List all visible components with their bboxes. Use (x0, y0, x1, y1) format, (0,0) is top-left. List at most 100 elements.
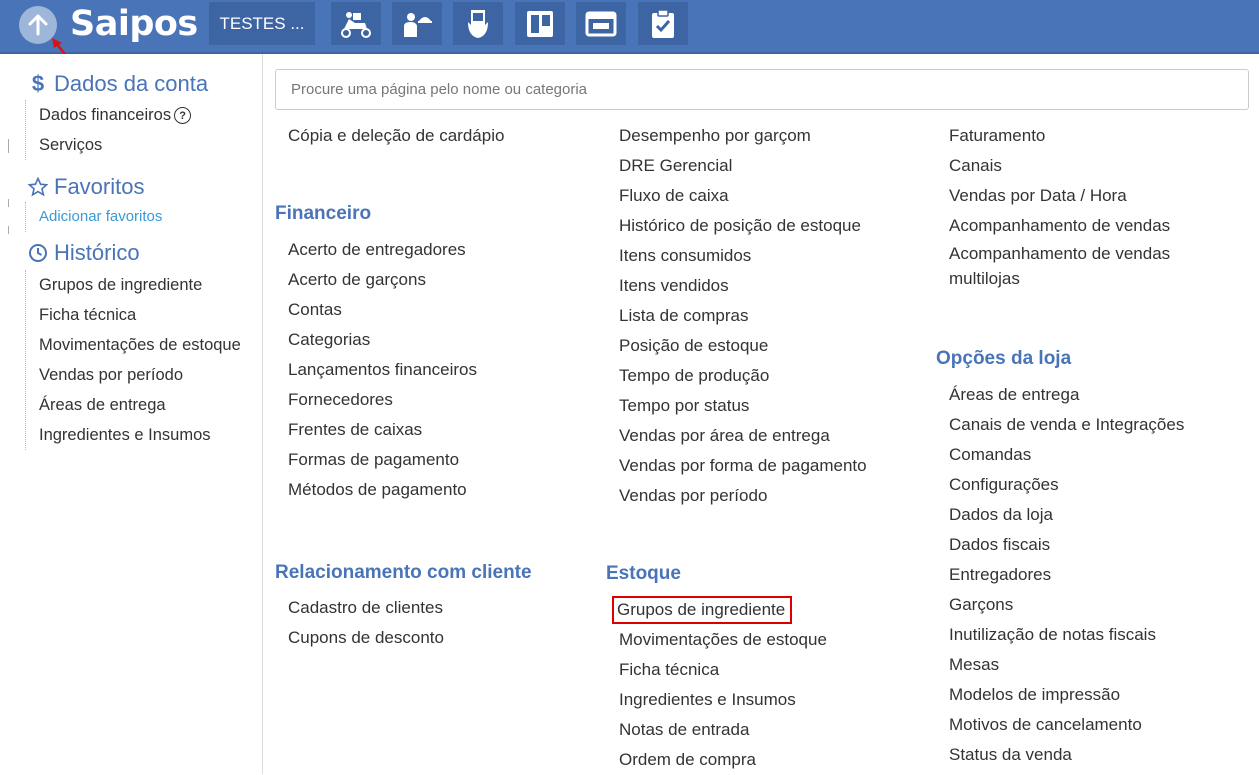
menu-item[interactable]: Mesas (936, 650, 1184, 680)
section-title-estoque: Estoque (606, 563, 681, 584)
menu-item[interactable]: Tempo de produção (606, 361, 867, 391)
menu-item[interactable]: Vendas por forma de pagamento (606, 451, 867, 481)
delivery-scooter-icon (341, 11, 371, 38)
menu-item[interactable]: Comandas (936, 440, 1184, 470)
history-item[interactable]: Movimentações de estoque (26, 330, 241, 360)
sidebar-item-servicos[interactable]: Serviços (26, 130, 191, 160)
arrow-up-icon (28, 14, 48, 36)
menu-item[interactable]: Ficha técnica (606, 655, 827, 685)
menu-item[interactable]: Dados da loja (936, 500, 1184, 530)
history-item[interactable]: Vendas por período (26, 360, 241, 390)
favorites-section-title: Favoritos (28, 174, 144, 200)
account-list: Dados financeiros? Serviços (25, 100, 192, 160)
menu-item[interactable]: Itens consumidos (606, 241, 867, 271)
help-icon[interactable]: ? (174, 107, 192, 125)
menu-item[interactable]: Dados fiscais (936, 530, 1184, 560)
sidebar-item-dados-financeiros[interactable]: Dados financeiros? (26, 100, 192, 130)
sidebar: $ Dados da conta Dados financeiros? Serv… (0, 54, 263, 774)
store-selector-button[interactable]: TESTES ... (209, 2, 315, 45)
page-search-input[interactable] (275, 69, 1249, 110)
menu-item[interactable]: Ordem de compra (606, 745, 827, 775)
menu-item[interactable]: Modelos de impressão (936, 680, 1184, 710)
section-title-opcoes-da-loja: Opções da loja (936, 348, 1072, 369)
receipt-button[interactable] (453, 2, 503, 45)
financeiro-list: Acerto de entregadores Acerto de garçons… (275, 235, 477, 505)
history-section-title: Histórico (28, 240, 140, 266)
menu-item[interactable]: Métodos de pagamento (275, 475, 477, 505)
saipos-logo[interactable]: Saipos (70, 2, 198, 46)
star-icon (28, 177, 48, 197)
menu-item[interactable]: Entregadores (936, 560, 1184, 590)
menu-item[interactable]: Fluxo de caixa (606, 181, 867, 211)
menu-item[interactable]: Configurações (936, 470, 1184, 500)
menu-column-3: Faturamento Canais Vendas por Data / Hor… (936, 121, 1209, 291)
delivery-button[interactable] (331, 2, 381, 45)
menu-item[interactable]: Posição de estoque (606, 331, 867, 361)
clock-icon (28, 243, 48, 263)
kanban-button[interactable] (515, 2, 565, 45)
menu-item[interactable]: Cópia e deleção de cardápio (275, 121, 504, 151)
menu-item[interactable]: Canais (936, 151, 1209, 181)
menu-item[interactable]: Status da venda (936, 740, 1184, 770)
add-favorites-link[interactable]: Adicionar favoritos (26, 202, 162, 232)
receipt-phone-icon (468, 9, 488, 38)
menu-item[interactable]: Vendas por Data / Hora (936, 181, 1209, 211)
history-item[interactable]: Ficha técnica (26, 300, 241, 330)
history-item[interactable]: Ingredientes e Insumos (26, 420, 241, 450)
menu-item[interactable]: Lançamentos financeiros (275, 355, 477, 385)
favorites-list: Adicionar favoritos (25, 202, 162, 232)
menu-item[interactable]: Motivos de cancelamento (936, 710, 1184, 740)
menu-item[interactable]: Cupons de desconto (275, 623, 444, 653)
menu-item[interactable]: Formas de pagamento (275, 445, 477, 475)
top-navbar: Saipos TESTES ... (0, 0, 1259, 54)
relacionamento-list: Cadastro de clientes Cupons de desconto (275, 593, 444, 653)
menu-item[interactable]: Ingredientes e Insumos (606, 685, 827, 715)
menu-item[interactable]: Acompanhamento de vendas multilojas (936, 241, 1209, 291)
menu-item[interactable]: Acerto de garçons (275, 265, 477, 295)
history-item[interactable]: Grupos de ingrediente (26, 270, 241, 300)
sidebar-edge-mark (8, 199, 12, 207)
menu-item[interactable]: Inutilização de notas fiscais (936, 620, 1184, 650)
menu-item[interactable]: Faturamento (936, 121, 1209, 151)
menu-item[interactable]: Itens vendidos (606, 271, 867, 301)
menu-item[interactable]: Notas de entrada (606, 715, 827, 745)
sidebar-item-label: Dados financeiros (39, 106, 172, 124)
history-list: Grupos de ingrediente Ficha técnica Movi… (25, 270, 241, 450)
menu-item-grupos-de-ingrediente[interactable]: Grupos de ingrediente (606, 595, 827, 625)
menu-item[interactable]: Garçons (936, 590, 1184, 620)
menu-item[interactable]: Tempo por status (606, 391, 867, 421)
history-title-text: Histórico (54, 240, 140, 265)
menu-item[interactable]: Histórico de posição de estoque (606, 211, 867, 241)
menu-item[interactable]: Vendas por área de entrega (606, 421, 867, 451)
tasks-button[interactable] (638, 2, 688, 45)
menu-item[interactable]: Desempenho por garçom (606, 121, 867, 151)
sidebar-edge-mark (8, 226, 12, 234)
history-item[interactable]: Áreas de entrega (26, 390, 241, 420)
favorites-title-text: Favoritos (54, 174, 145, 199)
waiter-serving-icon (404, 12, 432, 37)
menu-item[interactable]: DRE Gerencial (606, 151, 867, 181)
menu-item[interactable]: Acerto de entregadores (275, 235, 477, 265)
menu-item[interactable]: Vendas por período (606, 481, 867, 511)
menu-item[interactable]: Contas (275, 295, 477, 325)
dollar-icon: $ (31, 71, 45, 96)
menu-column-2: Desempenho por garçom DRE Gerencial Flux… (606, 121, 867, 511)
waiter-button[interactable] (392, 2, 442, 45)
menu-item[interactable]: Fornecedores (275, 385, 477, 415)
account-section-title: $ Dados da conta (28, 71, 208, 97)
opcoes-list: Áreas de entrega Canais de venda e Integ… (936, 380, 1184, 770)
layout-window-icon (585, 11, 617, 36)
clipboard-check-icon (652, 8, 674, 38)
highlighted-item-label[interactable]: Grupos de ingrediente (611, 596, 793, 624)
menu-item[interactable]: Acompanhamento de vendas (936, 211, 1209, 241)
menu-item[interactable]: Áreas de entrega (936, 380, 1184, 410)
menu-item[interactable]: Cadastro de clientes (275, 593, 444, 623)
layout-button[interactable] (576, 2, 626, 45)
menu-item[interactable]: Categorias (275, 325, 477, 355)
section-title-relacionamento: Relacionamento com cliente (275, 562, 532, 583)
section-title-financeiro: Financeiro (275, 203, 372, 224)
menu-item[interactable]: Frentes de caixas (275, 415, 477, 445)
menu-item[interactable]: Lista de compras (606, 301, 867, 331)
menu-item[interactable]: Movimentações de estoque (606, 625, 827, 655)
menu-item[interactable]: Canais de venda e Integrações (936, 410, 1184, 440)
